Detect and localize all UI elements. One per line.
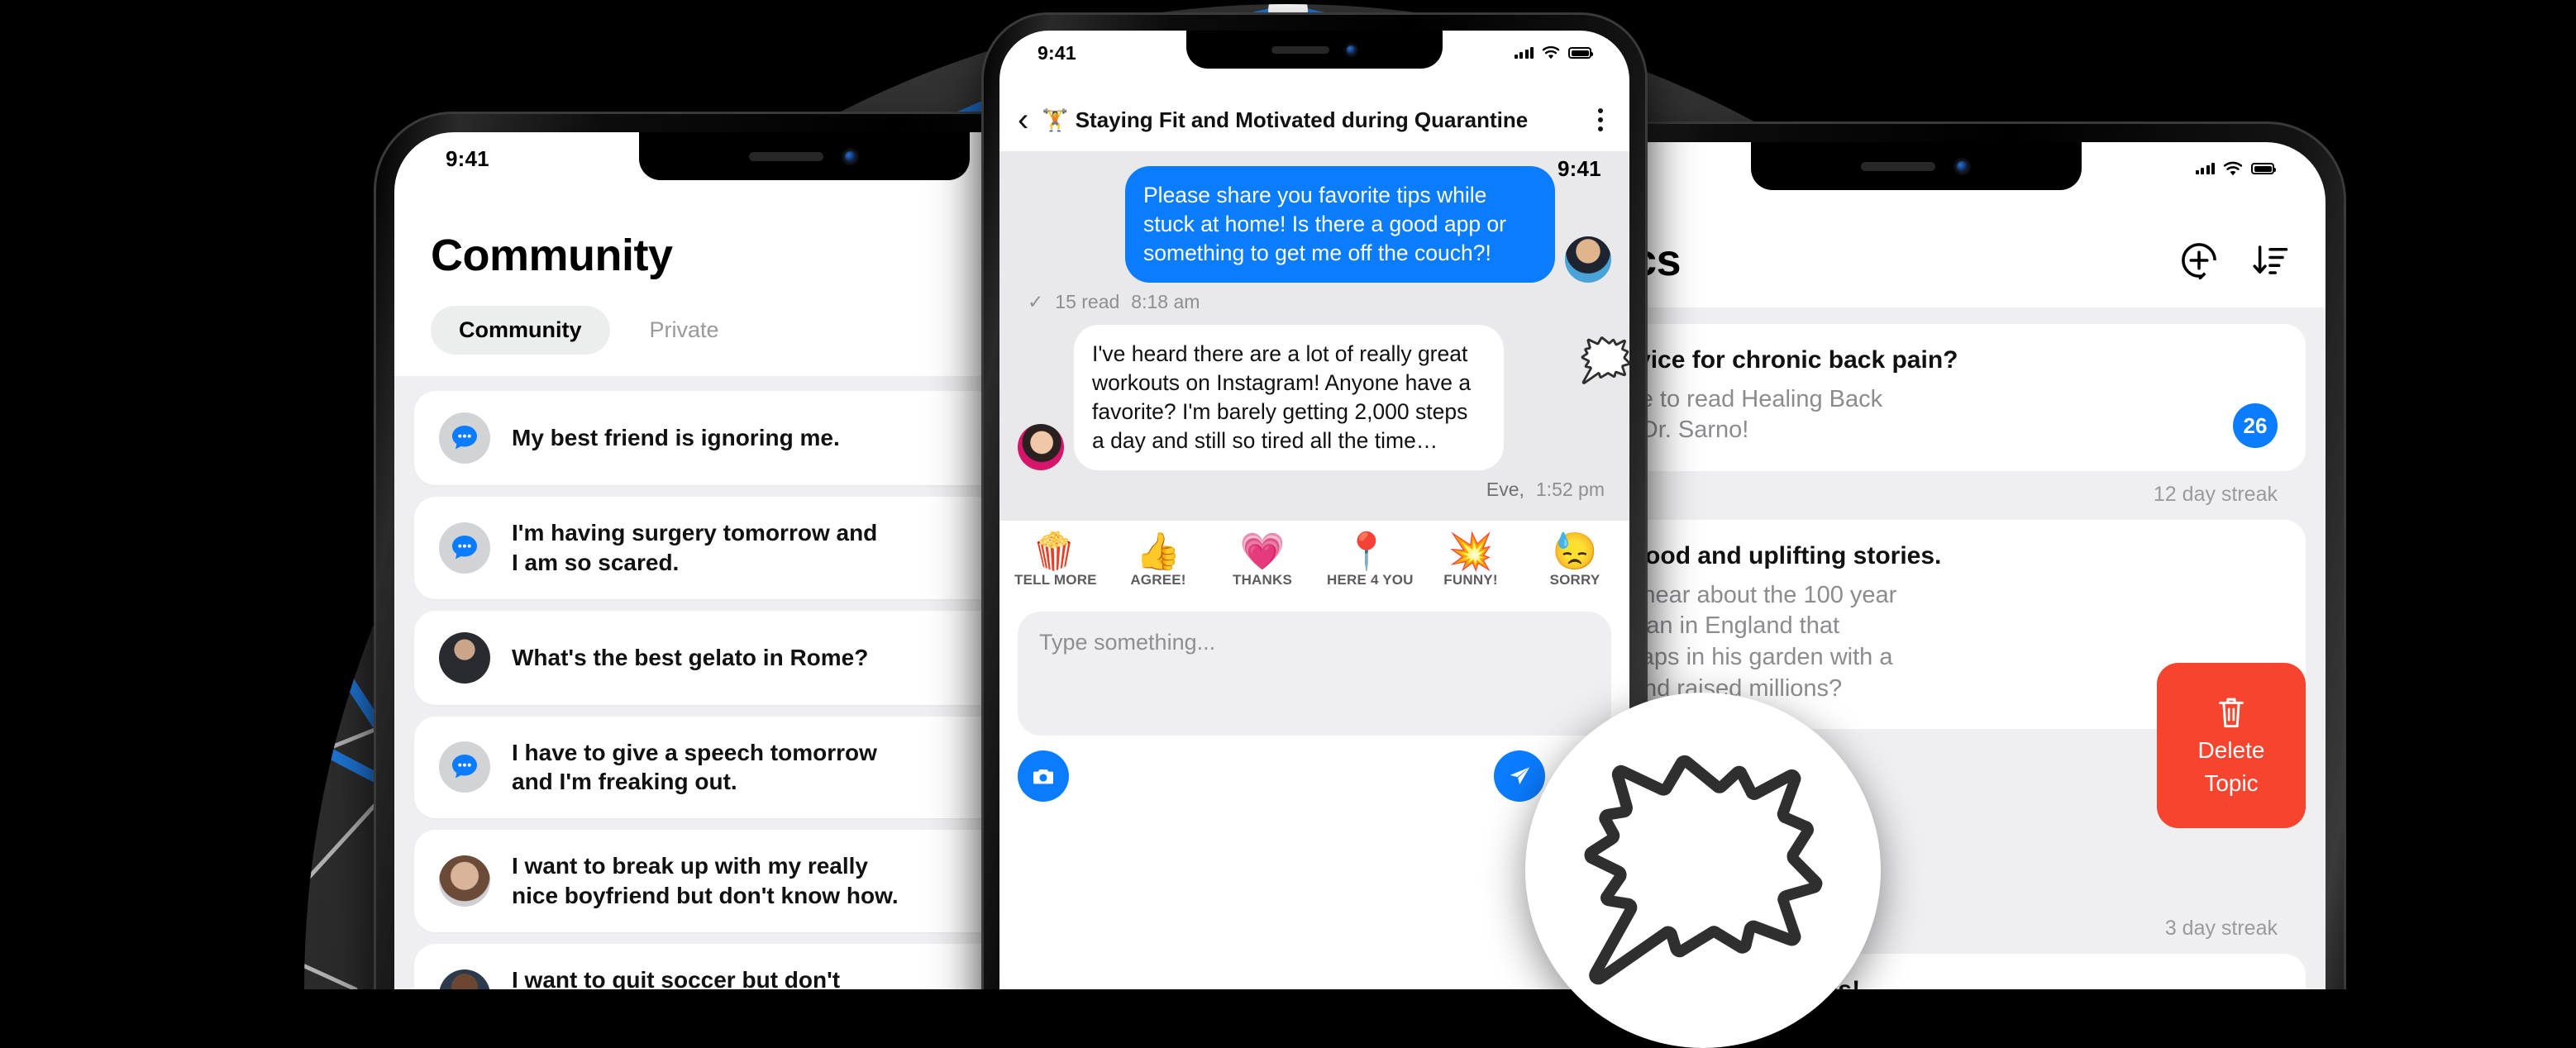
lol-burst-icon: 💥: [1448, 531, 1494, 572]
message-time: 8:18 am: [1131, 290, 1200, 312]
tab-private[interactable]: Private: [622, 306, 747, 355]
sort-descending-icon[interactable]: [2251, 241, 2289, 279]
trash-icon: [2219, 698, 2244, 727]
topic-title: Any advice for chronic back pain?: [1554, 346, 1958, 374]
status-time: 9:41: [1558, 155, 1601, 181]
list-item-line: I am so scared.: [512, 549, 680, 575]
battery-icon: [1568, 47, 1593, 59]
reaction-label: FUNNY!: [1443, 572, 1498, 588]
read-count: 15 read: [1055, 290, 1120, 312]
chat-messages: Please share you favorite tips while stu…: [999, 151, 1629, 521]
reaction-bar: 🍿 TELL MORE 👍 AGREE! 💗 THANKS 📍 HERE 4 Y…: [999, 520, 1629, 599]
chevron-left-icon[interactable]: ‹: [1018, 103, 1028, 136]
wifi-icon: [2223, 161, 2243, 175]
reaction-label: SORRY: [1549, 572, 1600, 588]
list-item-label: What's the best gelato in Rome?: [512, 644, 869, 670]
message-bubble[interactable]: Please share you favorite tips while stu…: [1125, 166, 1555, 283]
avatar: [1565, 236, 1611, 283]
chat-bubble-icon: [439, 741, 490, 793]
popcorn-icon: 🍿: [1031, 531, 1077, 572]
reaction-thanks[interactable]: 💗 THANKS: [1223, 531, 1302, 588]
chat-bubble-icon: [439, 412, 490, 464]
add-topic-icon[interactable]: [2180, 241, 2218, 279]
message-meta: Eve, 1:52 pm: [1018, 470, 1611, 512]
status-indicators: [2195, 161, 2276, 177]
list-item-line: and I'm freaking out.: [512, 769, 737, 795]
reaction-label: TELL MORE: [1014, 572, 1097, 588]
chat-title-text: Staying Fit and Motivated during Quarant…: [1075, 107, 1529, 132]
status-time: 9:41: [446, 145, 489, 171]
chat-title: 🏋️ Staying Fit and Motivated during Quar…: [1042, 107, 1580, 133]
reaction-sorry[interactable]: 😓 SORRY: [1535, 531, 1615, 588]
list-item-label: I want to break up with my really nice b…: [512, 851, 899, 911]
thumbs-up-icon: 👍: [1135, 531, 1181, 572]
battery-icon: [2251, 163, 2276, 174]
chat-header: ‹ 🏋️ Staying Fit and Motivated during Qu…: [999, 92, 1629, 151]
message-input[interactable]: Type something...: [1018, 612, 1611, 736]
reaction-funny[interactable]: 💥 FUNNY!: [1431, 531, 1510, 588]
camera-button[interactable]: [1018, 750, 1069, 803]
heart-ty-icon: 💗: [1239, 531, 1286, 572]
earpiece-speaker: [1271, 45, 1329, 54]
message-meta: ✓ 15 read 8:18 am: [1018, 283, 1611, 325]
list-item-line: nice boyfriend but don't know how.: [512, 883, 899, 909]
read-receipt-check-icon: ✓: [1028, 290, 1044, 312]
front-camera-icon: [1343, 42, 1358, 57]
screenshot-stage: 9:41 Community Community Private My best…: [0, 0, 2576, 989]
tab-community[interactable]: Community: [431, 306, 610, 355]
topic-emoji-icon: 🏋️: [1042, 107, 1069, 132]
status-time: 9:41: [1038, 41, 1076, 64]
cellular-signal-icon: [1514, 47, 1534, 59]
header-actions: [2180, 241, 2289, 279]
reaction-label: THANKS: [1232, 572, 1293, 588]
front-camera-icon: [1953, 157, 1971, 175]
kebab-menu-icon[interactable]: [1593, 105, 1608, 135]
cellular-signal-icon: [2195, 163, 2215, 174]
avatar: [439, 631, 490, 684]
delete-label-line2: Topic: [2204, 770, 2259, 796]
delete-topic-button[interactable]: Delete Topic: [2157, 663, 2306, 828]
low-battery-thought-bubble-icon: 🗯️: [1574, 755, 1832, 985]
list-item-label: I have to give a speech tomorrow and I'm…: [512, 738, 877, 798]
earpiece-speaker: [1861, 161, 1935, 171]
sender-name: Eve,: [1486, 478, 1524, 500]
list-item-line: I'm having surgery tomorrow and: [512, 520, 878, 545]
list-item-label: I'm having surgery tomorrow and I am so …: [512, 518, 877, 578]
front-camera-icon: [842, 147, 859, 165]
avatar: [1018, 423, 1064, 470]
avatar: [439, 855, 490, 907]
list-item-line: I want to break up with my really: [512, 853, 868, 879]
reaction-label: HERE 4 YOU: [1327, 572, 1414, 588]
reaction-thought-bubble-icon[interactable]: 🗯️: [1579, 340, 1629, 383]
notch: [1186, 31, 1443, 69]
composer-actions: 🗯️: [1018, 750, 1611, 803]
list-item-label: My best friend is ignoring me.: [512, 425, 840, 451]
reaction-label: AGREE!: [1130, 572, 1186, 588]
unread-badge: 26: [2233, 403, 2278, 448]
message-time: 1:52 pm: [1535, 478, 1605, 500]
sweat-face-icon: 😓: [1552, 531, 1598, 572]
delete-label-line1: Delete: [2197, 736, 2265, 763]
message-bubble[interactable]: I've heard there are a lot of really gre…: [1074, 324, 1504, 470]
status-indicators: [1514, 45, 1593, 60]
list-item-label: I want to quit soccer but don't know how…: [512, 965, 840, 989]
list-item-line: I have to give a speech tomorrow: [512, 739, 877, 765]
message-row-outgoing: Please share you favorite tips while stu…: [1018, 166, 1611, 283]
avatar: [439, 969, 490, 989]
reaction-here-4-you[interactable]: 📍 HERE 4 YOU: [1327, 531, 1413, 588]
camera-icon: [1033, 769, 1053, 784]
pin-heart-icon: 📍: [1343, 531, 1390, 572]
notch: [1750, 142, 2082, 190]
magnifier-circle: 🗯️: [1525, 693, 1881, 1048]
earpiece-speaker: [749, 151, 823, 161]
reaction-tell-more[interactable]: 🍿 TELL MORE: [1014, 531, 1097, 588]
wifi-icon: [1542, 45, 1560, 60]
message-row-incoming: I've heard there are a lot of really gre…: [1018, 324, 1629, 470]
notch: [638, 132, 970, 180]
chat-bubble-icon: [439, 522, 490, 574]
list-item-line: I want to quit soccer but don't: [512, 966, 841, 989]
reaction-agree[interactable]: 👍 AGREE!: [1119, 531, 1198, 588]
